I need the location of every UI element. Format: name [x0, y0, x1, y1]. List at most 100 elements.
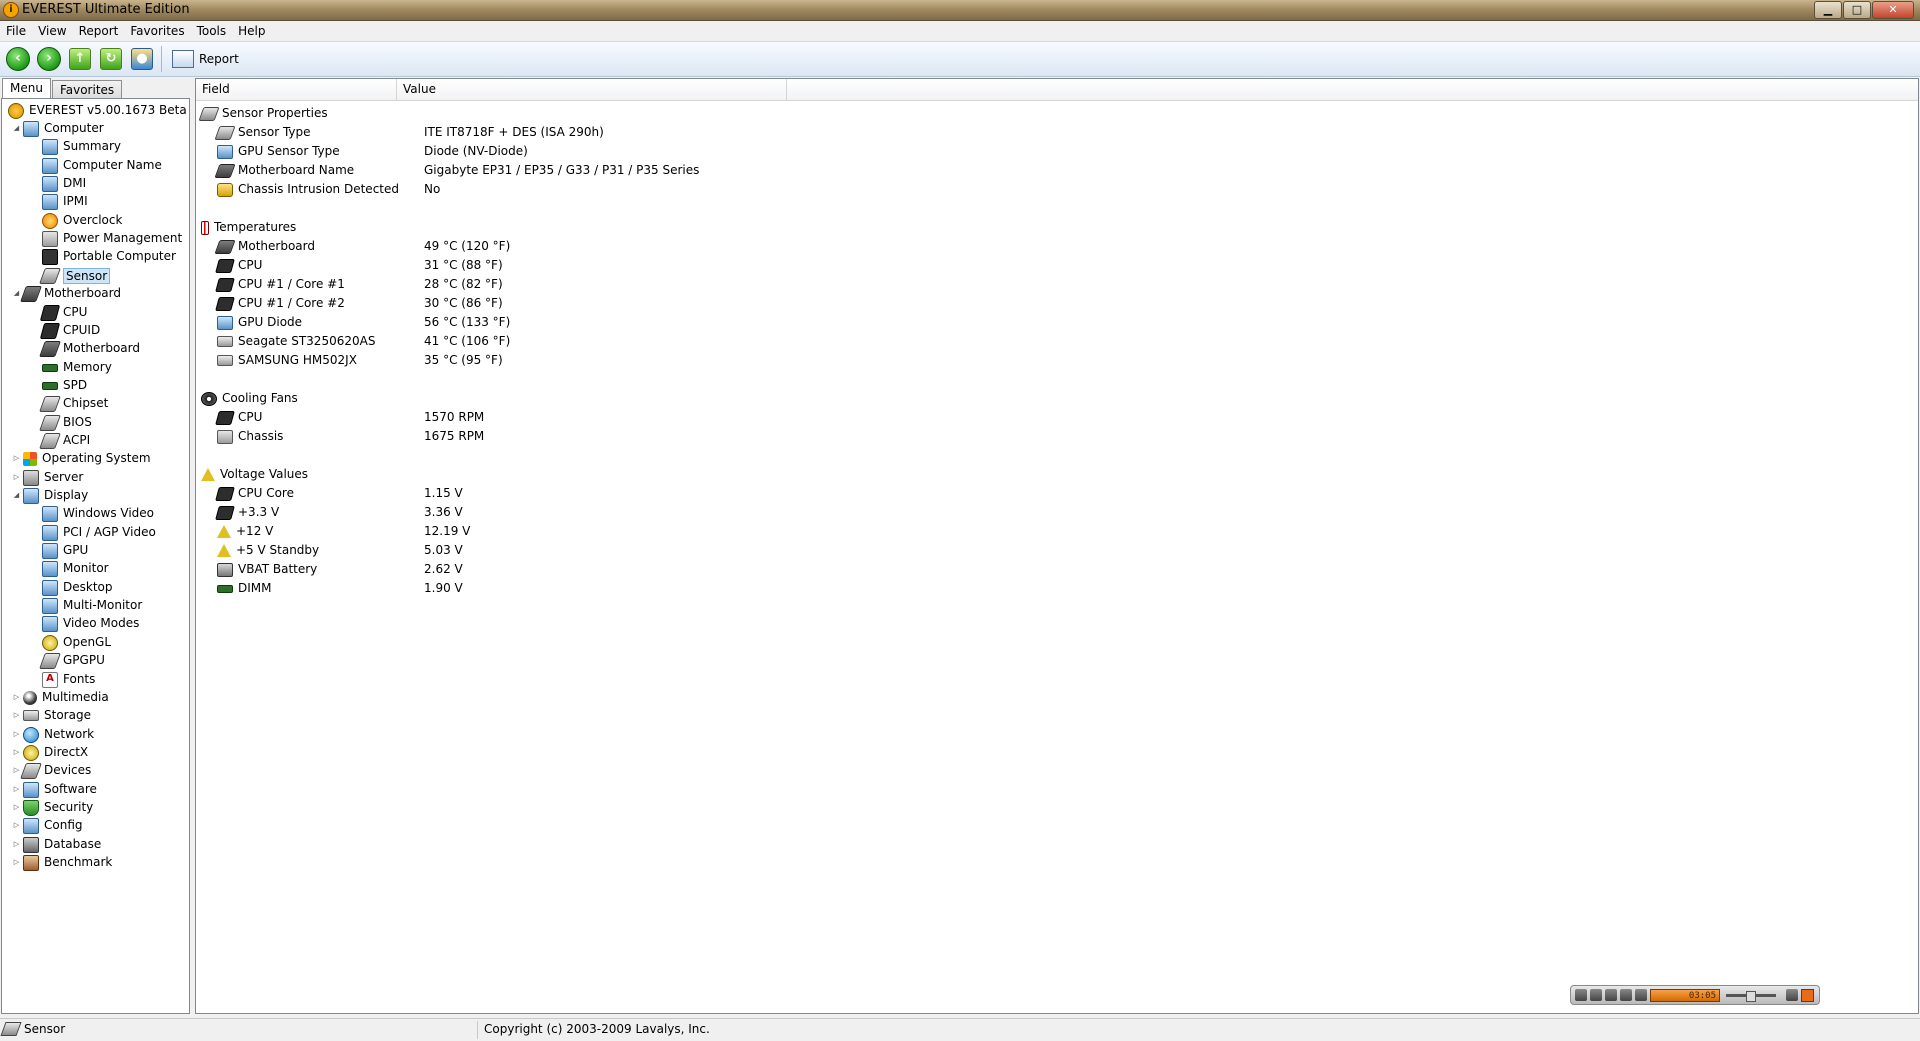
tree-item[interactable]: GPGPU: [39, 652, 105, 669]
expander-icon[interactable]: ▷: [12, 817, 21, 834]
previous-icon[interactable]: [1620, 989, 1632, 1001]
tab-favorites[interactable]: Favorites: [51, 80, 123, 98]
tree-item[interactable]: ◢ Computer: [12, 120, 104, 137]
tab-menu[interactable]: Menu: [2, 78, 51, 98]
tree-item[interactable]: CPU: [39, 304, 87, 321]
menu-report[interactable]: Report: [73, 24, 125, 38]
tree-item[interactable]: Multi-Monitor: [40, 597, 142, 614]
volume-slider[interactable]: [1726, 990, 1776, 1002]
tree-item[interactable]: ◢ Display: [12, 487, 88, 504]
tree-item[interactable]: ▷ Server: [12, 469, 83, 486]
expander-icon[interactable]: ▷: [12, 469, 21, 486]
expander-icon[interactable]: ▷: [12, 836, 21, 853]
player-menu-icon[interactable]: [1786, 989, 1798, 1001]
expander-icon[interactable]: ▷: [12, 450, 21, 467]
expander-icon[interactable]: ◢: [12, 120, 21, 137]
table-row[interactable]: VBAT Battery 2.62 V: [217, 560, 817, 579]
tree-item[interactable]: Portable Computer: [40, 248, 176, 265]
table-row[interactable]: Seagate ST3250620AS 41 °C (106 °F): [217, 332, 817, 351]
table-row[interactable]: +3.3 V 3.36 V: [215, 503, 817, 522]
expander-icon[interactable]: ▷: [12, 707, 21, 724]
pause-icon[interactable]: [1590, 989, 1602, 1001]
tree-item[interactable]: ▷ Devices: [12, 762, 91, 779]
tree-item[interactable]: Power Management: [40, 230, 182, 247]
menu-file[interactable]: File: [0, 24, 32, 38]
tree-item[interactable]: ACPI: [39, 432, 90, 449]
table-row[interactable]: CPU 1570 RPM: [215, 408, 817, 427]
up-button[interactable]: ↑: [67, 46, 93, 72]
table-row[interactable]: CPU #1 / Core #2 30 °C (86 °F): [215, 294, 817, 313]
tree-item[interactable]: Motherboard: [39, 340, 140, 357]
tree-item[interactable]: IPMI: [40, 193, 88, 210]
tree-item[interactable]: ▷ Security: [12, 799, 93, 816]
expander-icon[interactable]: ▷: [12, 781, 21, 798]
column-field[interactable]: Field: [196, 79, 397, 100]
table-row[interactable]: GPU Sensor Type Diode (NV-Diode): [217, 142, 817, 161]
table-row[interactable]: Chassis 1675 RPM: [217, 427, 817, 446]
back-button[interactable]: ‹: [5, 46, 31, 72]
stop-icon[interactable]: [1605, 989, 1617, 1001]
tree-item[interactable]: ▷ DirectX: [12, 744, 88, 761]
tree-item[interactable]: ▷ Database: [12, 836, 101, 853]
tree-root[interactable]: EVEREST v5.00.1673 Beta: [8, 102, 187, 119]
tree-item[interactable]: BIOS: [39, 414, 92, 431]
tree-item[interactable]: Monitor: [40, 560, 109, 577]
table-row[interactable]: DIMM 1.90 V: [217, 579, 817, 598]
menu-tools[interactable]: Tools: [191, 24, 233, 38]
tree-item[interactable]: Desktop: [40, 579, 113, 596]
minimize-button[interactable]: ▁: [1814, 1, 1842, 19]
tree-item[interactable]: SPD: [40, 377, 87, 394]
close-button[interactable]: ✕: [1872, 1, 1914, 19]
menu-help[interactable]: Help: [232, 24, 271, 38]
users-button[interactable]: ●: [129, 46, 155, 72]
expander-icon[interactable]: ▷: [12, 689, 21, 706]
next-icon[interactable]: [1635, 989, 1647, 1001]
tree-item[interactable]: ▷ Software: [12, 781, 97, 798]
tree-item[interactable]: Chipset: [39, 395, 108, 412]
table-row[interactable]: CPU 31 °C (88 °F): [215, 256, 817, 275]
tree-item[interactable]: ▷ Multimedia: [12, 689, 109, 706]
maximize-button[interactable]: □: [1843, 1, 1871, 19]
table-row[interactable]: CPU #1 / Core #1 28 °C (82 °F): [215, 275, 817, 294]
table-row[interactable]: +12 V 12.19 V: [217, 522, 817, 541]
menu-favorites[interactable]: Favorites: [124, 24, 190, 38]
menu-view[interactable]: View: [32, 24, 72, 38]
tree-item[interactable]: ▷ Operating System: [12, 450, 151, 467]
player-close-icon[interactable]: [1801, 988, 1814, 1002]
expander-icon[interactable]: ▷: [12, 854, 21, 871]
table-row[interactable]: CPU Core 1.15 V: [215, 484, 817, 503]
refresh-button[interactable]: ↻: [98, 46, 124, 72]
tree-item[interactable]: A Fonts: [40, 671, 95, 688]
table-row[interactable]: GPU Diode 56 °C (133 °F): [217, 313, 817, 332]
table-row[interactable]: +5 V Standby 5.03 V: [217, 541, 817, 560]
expander-icon[interactable]: ▷: [12, 799, 21, 816]
info-icon[interactable]: i: [3, 2, 19, 18]
table-row[interactable]: Motherboard 49 °C (120 °F): [214, 237, 817, 256]
forward-button[interactable]: ›: [36, 46, 62, 72]
table-row[interactable]: Motherboard Name Gigabyte EP31 / EP35 / G…: [214, 161, 817, 180]
tree-item[interactable]: DMI: [40, 175, 86, 192]
tree-item[interactable]: ▷ Storage: [12, 707, 91, 724]
report-button[interactable]: Report: [172, 50, 239, 68]
volume-knob[interactable]: [1746, 990, 1756, 1002]
tree-item[interactable]: Summary: [40, 138, 121, 155]
table-row[interactable]: Chassis Intrusion Detected No: [217, 180, 817, 199]
tree-item[interactable]: GPU: [40, 542, 88, 559]
tree-item[interactable]: Memory: [40, 359, 112, 376]
expander-icon[interactable]: ▷: [12, 744, 21, 761]
expander-icon[interactable]: ▷: [12, 762, 21, 779]
tree-item[interactable]: Computer Name: [40, 157, 162, 174]
tree-item[interactable]: ▷ Network: [12, 726, 94, 743]
expander-icon[interactable]: ◢: [12, 487, 21, 504]
tree-item[interactable]: Windows Video: [40, 505, 154, 522]
tree-item[interactable]: CPUID: [39, 322, 100, 339]
table-row[interactable]: Sensor Type ITE IT8718F + DES (ISA 290h): [214, 123, 817, 142]
play-icon[interactable]: [1575, 989, 1587, 1001]
tree-item[interactable]: Video Modes: [40, 615, 139, 632]
expander-icon[interactable]: ◢: [12, 285, 21, 302]
tree-item[interactable]: ◢ Motherboard: [12, 285, 121, 302]
tree-item[interactable]: OpenGL: [40, 634, 111, 651]
tree-item[interactable]: ▷ Config: [12, 817, 83, 834]
tree-item[interactable]: ▷ Benchmark: [12, 854, 112, 871]
tree-item[interactable]: Overclock: [40, 212, 122, 229]
